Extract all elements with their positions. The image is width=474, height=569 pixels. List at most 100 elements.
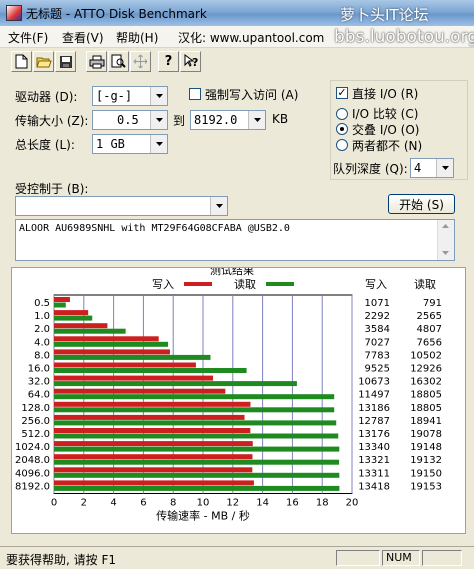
- neither-label: 两者都不 (N): [352, 139, 423, 153]
- read-value: 18805: [410, 390, 442, 401]
- neither-radio[interactable]: [336, 139, 348, 151]
- force-write-label: 强制写入访问 (A): [205, 88, 299, 102]
- results-chart: 测试结果写入 读取 写入 读取 0 2 4 6 8 10 12 14 16 18 20 传输速率 - MB /…: [15, 268, 442, 523]
- chevron-down-icon[interactable]: [150, 135, 167, 153]
- transfer-size-label: 传输大小 (Z):: [15, 114, 89, 128]
- chevron-down-icon[interactable]: [436, 159, 453, 177]
- read-value: 19153: [410, 481, 442, 492]
- description-textarea[interactable]: ALOOR AU6989SNHL with MT29F64G08CFABA @U…: [15, 219, 455, 261]
- y-category-label: 512.0: [21, 429, 50, 440]
- app-icon: [6, 5, 22, 21]
- save-icon[interactable]: [55, 51, 76, 72]
- read-bar: [54, 341, 169, 347]
- write-value: 13340: [358, 442, 390, 453]
- read-value: 7656: [417, 337, 442, 348]
- num-lock-indicator: NUM: [382, 550, 420, 566]
- read-value: 16302: [410, 377, 442, 388]
- x-tick-label: 20: [346, 498, 359, 509]
- write-bar: [54, 454, 253, 460]
- io-compare-radio[interactable]: [336, 108, 348, 120]
- direct-io-checkbox[interactable]: ✓: [336, 87, 348, 99]
- transfer-to-value: 8192.0: [194, 113, 238, 127]
- read-bar: [54, 328, 126, 334]
- status-help-text: 要获得帮助, 请按 F1: [6, 553, 116, 567]
- read-bar: [54, 407, 335, 413]
- legend-write-label: 写入: [152, 278, 174, 291]
- overlapped-io-radio[interactable]: [336, 123, 348, 135]
- toolbar: ? ?: [0, 48, 474, 75]
- drive-select[interactable]: [-g-]: [92, 86, 168, 106]
- total-length-label: 总长度 (L):: [15, 138, 75, 152]
- y-category-label: 1024.0: [15, 442, 50, 453]
- write-value: 13418: [358, 481, 390, 492]
- write-bar: [54, 297, 70, 302]
- write-value: 3584: [365, 324, 390, 335]
- write-value: 12787: [358, 416, 390, 427]
- legend-write-swatch: [184, 282, 212, 286]
- x-tick-label: 12: [226, 498, 239, 509]
- x-tick-label: 6: [140, 498, 146, 509]
- drive-label: 驱动器 (D):: [15, 90, 78, 104]
- y-category-label: 16.0: [28, 364, 50, 375]
- chevron-down-icon[interactable]: [210, 197, 227, 215]
- read-bar: [54, 433, 339, 439]
- read-bar: [54, 381, 297, 387]
- description-text: ALOOR AU6989SNHL with MT29F64G08CFABA @U…: [19, 223, 290, 234]
- menu-help[interactable]: 帮助(H): [116, 29, 158, 46]
- transfer-from-select[interactable]: 0.5: [92, 110, 168, 130]
- controlled-by-select[interactable]: [15, 196, 228, 216]
- total-length-select[interactable]: 1 GB: [92, 134, 168, 154]
- write-value: 13321: [358, 455, 390, 466]
- queue-depth-select[interactable]: 4: [410, 158, 454, 178]
- svg-text:?: ?: [192, 56, 198, 69]
- legend-read-label: 读取: [234, 277, 256, 291]
- context-help-icon[interactable]: ?: [180, 51, 201, 72]
- read-bar: [54, 459, 340, 465]
- watermark-text: 萝卜头IT论坛: [340, 6, 429, 24]
- io-compare-label: I/O 比较 (C): [352, 107, 419, 121]
- read-value: 10502: [410, 350, 442, 361]
- move-icon[interactable]: [130, 51, 151, 72]
- start-button[interactable]: 开始 (S): [388, 194, 455, 214]
- new-file-icon[interactable]: [11, 51, 32, 72]
- write-bar: [54, 375, 214, 381]
- y-category-label: 4096.0: [15, 468, 50, 479]
- x-tick-label: 14: [256, 498, 269, 509]
- queue-depth-label: 队列深度 (Q):: [333, 162, 408, 176]
- y-category-label: 0.5: [34, 298, 50, 309]
- read-bar: [54, 420, 337, 426]
- x-tick-label: 0: [51, 498, 57, 509]
- write-bar: [54, 467, 253, 473]
- column-write-header: 写入: [365, 278, 387, 291]
- menu-file[interactable]: 文件(F): [8, 29, 48, 46]
- write-value: 13311: [358, 468, 390, 479]
- x-tick-label: 10: [197, 498, 210, 509]
- menu-view[interactable]: 查看(V): [62, 29, 104, 46]
- chevron-down-icon[interactable]: [150, 111, 167, 129]
- open-folder-icon[interactable]: [33, 51, 54, 72]
- print-icon[interactable]: [86, 51, 107, 72]
- read-value: 791: [423, 298, 442, 309]
- x-tick-label: 2: [81, 498, 87, 509]
- write-value: 10673: [358, 377, 390, 388]
- chevron-down-icon[interactable]: [150, 87, 167, 105]
- y-category-label: 2048.0: [15, 455, 50, 466]
- transfer-to-select[interactable]: 8192.0: [190, 110, 266, 130]
- description-scrollbar[interactable]: [437, 220, 454, 260]
- results-group: 测试结果 写入 读取 写入 读取 0 2 4 6 8 10 12 14 16 18 20 传输速率 - MB /…: [11, 267, 466, 534]
- write-bar: [54, 388, 226, 394]
- force-write-checkbox[interactable]: [189, 88, 201, 100]
- chevron-down-icon[interactable]: [248, 111, 265, 129]
- scroll-down-icon: [442, 251, 449, 255]
- menu-localization[interactable]: 汉化: www.upantool.com: [178, 29, 324, 46]
- write-bar: [54, 414, 245, 420]
- write-value: 9525: [365, 364, 390, 375]
- read-bar: [54, 446, 340, 452]
- to-label: 到: [173, 114, 186, 128]
- help-icon[interactable]: ?: [158, 51, 179, 72]
- write-bar: [54, 349, 170, 355]
- y-category-label: 64.0: [28, 390, 50, 401]
- read-value: 19078: [410, 429, 442, 440]
- read-value: 18941: [410, 416, 442, 427]
- print-preview-icon[interactable]: [108, 51, 129, 72]
